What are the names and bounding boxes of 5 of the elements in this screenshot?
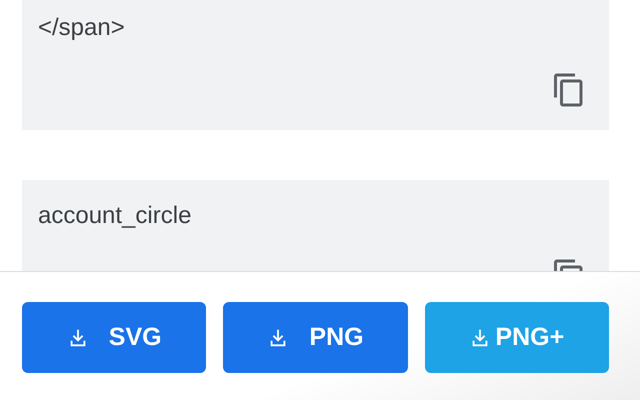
download-button[interactable]: SVG	[22, 302, 206, 373]
code-text: account_circle	[38, 202, 192, 230]
download-button[interactable]: PNG+	[424, 302, 609, 373]
code-text: </span>	[38, 14, 125, 42]
download-button[interactable]: PNG	[223, 302, 408, 373]
